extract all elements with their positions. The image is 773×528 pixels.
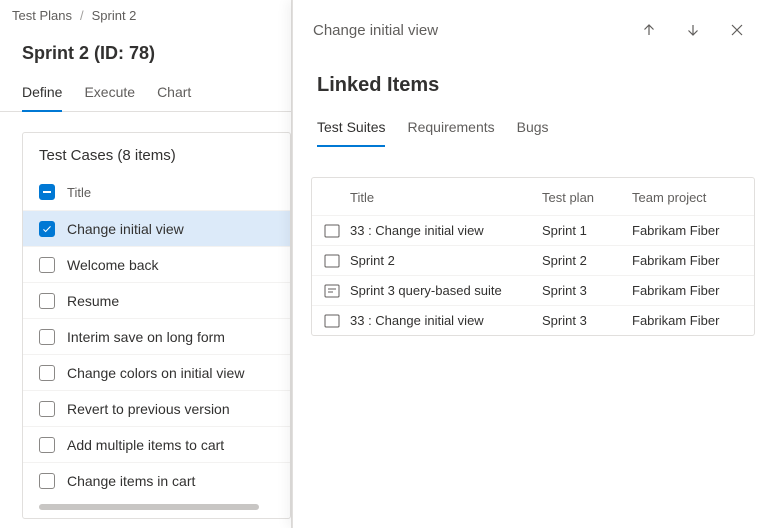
test-case-row[interactable]: Resume (23, 282, 290, 318)
cell-title: Sprint 2 (350, 253, 532, 268)
row-title: Change colors on initial view (67, 365, 274, 381)
table-row[interactable]: 33 : Change initial view Sprint 1 Fabrik… (312, 215, 754, 245)
cell-project: Fabrikam Fiber (632, 283, 742, 298)
col-team-project: Team project (632, 190, 742, 205)
breadcrumb-current[interactable]: Sprint 2 (92, 8, 137, 23)
close-icon (729, 22, 745, 38)
tab-execute[interactable]: Execute (84, 78, 135, 112)
cell-title: 33 : Change initial view (350, 223, 532, 238)
linked-items-tabs: Test Suites Requirements Bugs (293, 107, 773, 147)
row-title: Welcome back (67, 257, 274, 273)
linked-items-table: Title Test plan Team project 33 : Change… (311, 177, 755, 336)
tab-define[interactable]: Define (22, 78, 62, 112)
test-case-row[interactable]: Welcome back (23, 246, 290, 282)
tab-bugs[interactable]: Bugs (517, 113, 549, 147)
col-title: Title (350, 190, 532, 205)
test-cases-header-row: Title (23, 174, 290, 210)
row-title: Change initial view (67, 221, 274, 237)
tab-requirements[interactable]: Requirements (407, 113, 494, 147)
column-title: Title (67, 185, 274, 200)
horizontal-scrollbar[interactable] (39, 504, 259, 510)
col-test-plan: Test plan (542, 190, 622, 205)
details-panel: Change initial view Linked Items Test Su… (292, 0, 773, 528)
page-title: Sprint 2 (ID: 78) (0, 31, 291, 70)
arrow-down-icon (685, 22, 701, 38)
tab-chart[interactable]: Chart (157, 78, 191, 112)
suite-query-icon (324, 284, 340, 298)
cell-title: 33 : Change initial view (350, 313, 532, 328)
table-row[interactable]: Sprint 3 query-based suite Sprint 3 Fabr… (312, 275, 754, 305)
breadcrumb-root[interactable]: Test Plans (12, 8, 72, 23)
row-checkbox[interactable] (39, 257, 55, 273)
test-case-row[interactable]: Change items in cart (23, 462, 290, 498)
suite-static-icon (324, 224, 340, 238)
suite-static-icon (324, 314, 340, 328)
suite-static-icon (324, 254, 340, 268)
breadcrumb: Test Plans / Sprint 2 (0, 0, 291, 31)
test-case-row[interactable]: Add multiple items to cart (23, 426, 290, 462)
main-tabs: Define Execute Chart (0, 70, 291, 112)
test-cases-box: Test Cases (8 items) Title Change initia… (22, 132, 291, 519)
row-checkbox[interactable] (39, 401, 55, 417)
table-row[interactable]: Sprint 2 Sprint 2 Fabrikam Fiber (312, 245, 754, 275)
row-title: Add multiple items to cart (67, 437, 274, 453)
row-title: Resume (67, 293, 274, 309)
table-row[interactable]: 33 : Change initial view Sprint 3 Fabrik… (312, 305, 754, 335)
panel-title: Change initial view (313, 22, 621, 39)
linked-items-heading: Linked Items (293, 52, 773, 107)
row-checkbox[interactable] (39, 437, 55, 453)
cell-project: Fabrikam Fiber (632, 223, 742, 238)
cell-plan: Sprint 2 (542, 253, 622, 268)
table-header-row: Title Test plan Team project (312, 178, 754, 215)
cell-plan: Sprint 1 (542, 223, 622, 238)
cell-title: Sprint 3 query-based suite (350, 283, 532, 298)
cell-project: Fabrikam Fiber (632, 253, 742, 268)
next-item-button[interactable] (677, 14, 709, 46)
row-title: Revert to previous version (67, 401, 274, 417)
test-case-row[interactable]: Interim save on long form (23, 318, 290, 354)
row-title: Interim save on long form (67, 329, 274, 345)
breadcrumb-separator: / (80, 8, 84, 23)
close-panel-button[interactable] (721, 14, 753, 46)
prev-item-button[interactable] (633, 14, 665, 46)
cell-project: Fabrikam Fiber (632, 313, 742, 328)
cell-plan: Sprint 3 (542, 313, 622, 328)
row-title: Change items in cart (67, 473, 274, 489)
check-icon (41, 223, 53, 235)
row-checkbox[interactable] (39, 365, 55, 381)
tab-test-suites[interactable]: Test Suites (317, 113, 385, 147)
test-case-row[interactable]: Change colors on initial view (23, 354, 290, 390)
row-checkbox[interactable] (39, 329, 55, 345)
select-all-checkbox[interactable] (39, 184, 55, 200)
row-checkbox[interactable] (39, 293, 55, 309)
test-case-row[interactable]: Revert to previous version (23, 390, 290, 426)
row-checkbox[interactable] (39, 221, 55, 237)
test-case-row[interactable]: Change initial view (23, 210, 290, 246)
cell-plan: Sprint 3 (542, 283, 622, 298)
arrow-up-icon (641, 22, 657, 38)
row-checkbox[interactable] (39, 473, 55, 489)
test-cases-heading: Test Cases (8 items) (23, 133, 290, 174)
